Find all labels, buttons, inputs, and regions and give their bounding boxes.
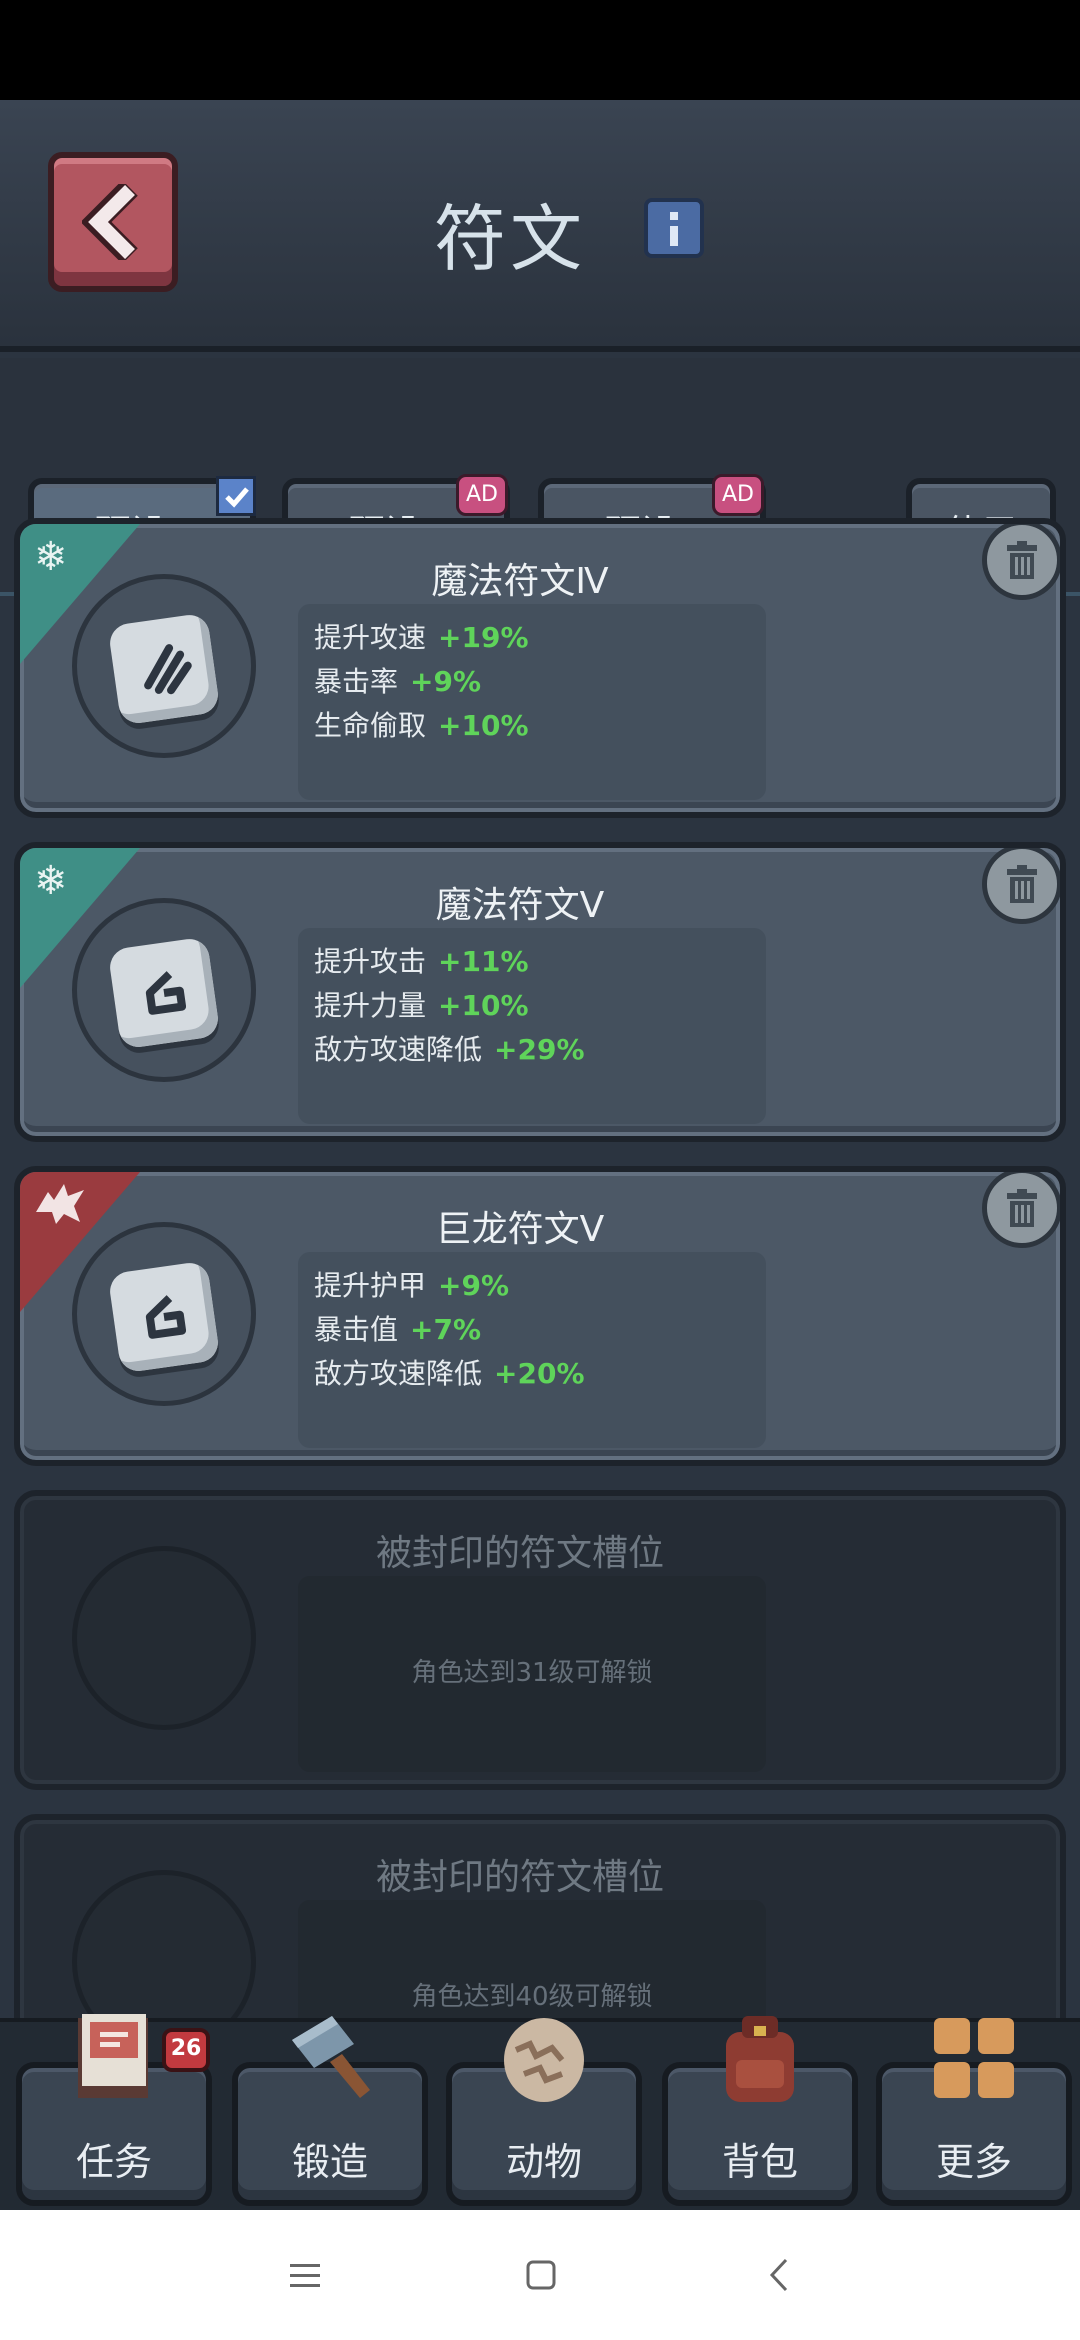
rune-title: 巨龙符文Ⅴ [435, 1209, 605, 1250]
rune-stats: 提升攻击 +11% 提升力量 +10% 敌方攻速降低 +29% [298, 928, 766, 1124]
stat-value: +29% [494, 1033, 585, 1066]
stat-row: 生命偷取 +10% [314, 704, 750, 748]
rune-stone-icon [107, 936, 221, 1050]
stat-value: +7% [410, 1313, 482, 1346]
hammer-icon [292, 2016, 370, 2098]
stat-name: 提升攻速 [314, 621, 427, 654]
grid-icon [934, 2018, 1014, 2098]
stat-name: 敌方攻速降低 [314, 1033, 483, 1066]
nav-label: 任务 [75, 2140, 152, 2184]
rune-card[interactable]: 巨龙符文Ⅴ 提升护甲 +9% 暴击值 +7% 敌方攻速降低 +20% [14, 1166, 1066, 1466]
trash-icon[interactable] [982, 1172, 1060, 1248]
stat-name: 暴击率 [314, 665, 399, 698]
stat-value: +10% [438, 989, 529, 1022]
stat-name: 敌方攻速降低 [314, 1357, 483, 1390]
rune-stats: 提升护甲 +9% 暴击值 +7% 敌方攻速降低 +20% [298, 1252, 766, 1448]
nav-label: 动物 [505, 2140, 582, 2184]
snowflake-icon: ❄ [34, 534, 68, 580]
check-icon [216, 476, 256, 516]
rune-card[interactable]: ❄ 魔法符文Ⅳ 提升攻速 +19% 暴击率 +9% 生命偷取 +10% [14, 518, 1066, 818]
unlock-requirement: 角色达到40级可解锁 [411, 1982, 653, 2012]
stat-row: 暴击值 +7% [314, 1308, 750, 1352]
quest-count-badge: 26 [162, 2028, 210, 2072]
locked-slot-panel: 角色达到31级可解锁 [298, 1576, 766, 1772]
ad-badge: AD [456, 474, 508, 516]
stat-value: +19% [438, 621, 529, 654]
dragon-icon [34, 1182, 86, 1236]
locked-slot-title: 被封印的符文槽位 [375, 1533, 664, 1574]
trash-icon[interactable] [982, 524, 1060, 600]
stat-value: +9% [438, 1269, 510, 1302]
stat-row: 暴击率 +9% [314, 660, 750, 704]
system-nav-bar [0, 2210, 1080, 2340]
stat-row: 提升攻速 +19% [314, 616, 750, 660]
rune-stone-icon [107, 1260, 221, 1374]
backpack-icon [726, 2016, 794, 2102]
rune-title: 魔法符文Ⅳ [431, 561, 609, 602]
stat-name: 提升攻击 [314, 945, 427, 978]
nav-backpack[interactable]: 背包 [662, 2016, 858, 2206]
nav-animals[interactable]: 动物 [446, 2018, 642, 2206]
stat-row: 提升力量 +10% [314, 984, 750, 1028]
stat-row: 提升攻击 +11% [314, 940, 750, 984]
ad-badge: AD [712, 474, 764, 516]
stat-row: 敌方攻速降低 +29% [314, 1028, 750, 1072]
quest-book-icon [78, 2014, 148, 2098]
trash-icon[interactable] [982, 848, 1060, 924]
rune-screen: 符文 预设1 预设2 AD 预设3 AD 使用 ❄ 魔法符文Ⅳ [0, 100, 1080, 2210]
stat-row: 提升护甲 +9% [314, 1264, 750, 1308]
nav-quests[interactable]: 26 任务 [16, 2014, 212, 2206]
status-bar [0, 0, 1080, 100]
page-title: 符文 [433, 197, 586, 281]
nav-forge[interactable]: 锻造 [232, 2016, 428, 2206]
header: 符文 [0, 100, 1080, 352]
nav-label: 背包 [721, 2140, 798, 2184]
stat-name: 提升力量 [314, 989, 427, 1022]
info-icon[interactable] [644, 198, 704, 258]
rune-stats: 提升攻速 +19% 暴击率 +9% 生命偷取 +10% [298, 604, 766, 800]
stat-value: +20% [494, 1357, 585, 1390]
stat-value: +11% [438, 945, 529, 978]
rune-stone-icon [107, 612, 221, 726]
bottom-nav: 26 任务 锻造 动物 背包 更多 [0, 2014, 1080, 2210]
stat-name: 暴击值 [314, 1313, 399, 1346]
unlock-requirement: 角色达到31级可解锁 [411, 1658, 653, 1688]
rune-card[interactable]: ❄ 魔法符文Ⅴ 提升攻击 +11% 提升力量 +10% 敌方攻速降低 +29% [14, 842, 1066, 1142]
nav-label: 更多 [935, 2140, 1012, 2184]
rune-title: 魔法符文Ⅴ [435, 885, 605, 926]
back-icon[interactable] [756, 2250, 806, 2300]
stat-value: +9% [410, 665, 482, 698]
stat-value: +10% [438, 709, 529, 742]
locked-slot-title: 被封印的符文槽位 [375, 1857, 664, 1898]
stat-name: 提升护甲 [314, 1269, 427, 1302]
snowflake-icon: ❄ [34, 858, 68, 904]
locked-rune-slot: 被封印的符文槽位 角色达到31级可解锁 [14, 1490, 1066, 1790]
menu-icon[interactable] [280, 2250, 330, 2300]
stat-name: 生命偷取 [314, 709, 427, 742]
egg-icon [504, 2018, 584, 2102]
nav-more[interactable]: 更多 [876, 2018, 1072, 2206]
home-icon[interactable] [516, 2250, 566, 2300]
nav-label: 锻造 [291, 2140, 368, 2184]
stat-row: 敌方攻速降低 +20% [314, 1352, 750, 1396]
